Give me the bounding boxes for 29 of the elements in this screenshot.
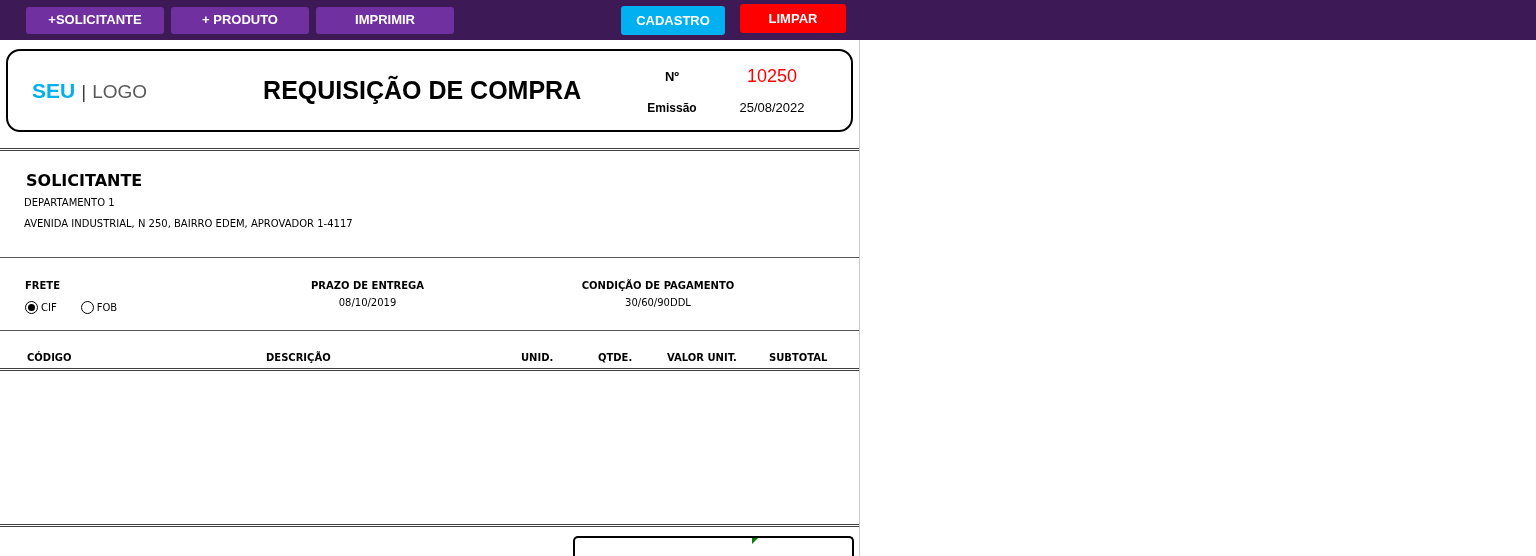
column-header: QTDE. [598, 351, 634, 366]
payment-terms: 30/60/90DDL [625, 296, 691, 311]
toolbar-button[interactable]: +SOLICITANTE [26, 6, 164, 34]
logo-text: LOGO [92, 79, 148, 104]
column-header: SUBTOTAL [769, 351, 829, 366]
radio-option[interactable]: FOB [80, 300, 118, 316]
toolbar-button[interactable]: IMPRIMIR [316, 6, 454, 34]
issue-label: Emissão [646, 100, 698, 118]
document-number: 10250 [745, 65, 799, 89]
logo-separator: | [81, 79, 87, 104]
column-header: UNID. [521, 351, 555, 366]
issue-date: 25/08/2022 [738, 99, 806, 118]
address-text: AVENIDA INDUSTRIAL, N 250, BAIRRO EDEM, APROVADOR 1-4117 [24, 217, 354, 232]
comment-marker-icon [752, 538, 758, 545]
radio-option[interactable]: CIF [25, 300, 57, 316]
requester-heading: SOLICITANTE [26, 170, 144, 193]
department-text: DEPARTAMENTO 1 [24, 196, 116, 211]
freight-label: FRETE [25, 279, 61, 294]
document-title: REQUISIÇÃO DE COMPRA [262, 74, 583, 106]
delivery-date: 08/10/2019 [338, 296, 397, 311]
column-header: CÓDIGO [27, 350, 73, 366]
toolbar-button[interactable]: + PRODUTO [171, 6, 309, 34]
payment-label: CONDIÇÃO DE PAGAMENTO [581, 278, 735, 294]
toolbar-button[interactable]: LIMPAR [740, 4, 846, 33]
delivery-label: PRAZO DE ENTREGA [310, 279, 425, 294]
number-label: Nº [663, 68, 681, 87]
logo-text: SEU [32, 77, 76, 104]
column-header: VALOR UNIT. [667, 351, 738, 366]
column-header: DESCRIÇÃO [266, 350, 332, 366]
